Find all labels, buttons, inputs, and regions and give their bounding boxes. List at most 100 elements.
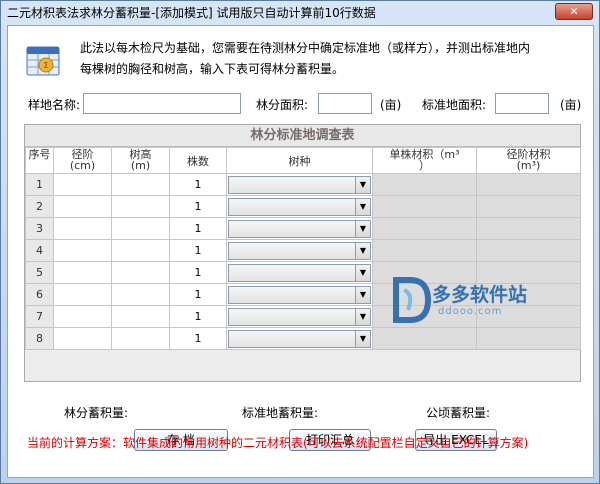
diameter-cell[interactable] (53, 239, 112, 262)
chevron-down-icon[interactable]: ▼ (355, 242, 370, 259)
stand-volume-label: 林分蓄积量: (64, 406, 129, 420)
class-volume-cell (476, 239, 581, 262)
plot-area-input[interactable] (495, 93, 549, 114)
count-cell[interactable]: 1 (169, 173, 227, 196)
col-header-diameter[interactable]: 径阶 (cm) (53, 147, 112, 174)
table-row: 2 1 ▼ (25, 195, 581, 218)
table-app-icon: Σ (26, 46, 60, 76)
class-volume-cell (476, 327, 581, 350)
height-cell[interactable] (111, 195, 170, 218)
intro-text: 此法以每木检尺为基础，您需要在待测林分中确定标准地（或样方），并测出标准地内 每… (80, 38, 570, 80)
single-volume-cell (372, 195, 477, 218)
col-header-index[interactable]: 序号 (25, 147, 54, 174)
diameter-cell[interactable] (53, 305, 112, 328)
class-volume-cell (476, 173, 581, 196)
watermark-logo: 多多软件站 ddooo.com (390, 276, 550, 326)
svg-text:Σ: Σ (43, 61, 48, 70)
height-cell[interactable] (111, 327, 170, 350)
stand-area-input[interactable] (318, 93, 372, 114)
chevron-down-icon[interactable]: ▼ (355, 198, 370, 215)
table-row: 3 1 ▼ (25, 217, 581, 240)
count-cell[interactable]: 1 (169, 305, 227, 328)
species-cell: ▼ (226, 261, 373, 284)
count-cell[interactable]: 1 (169, 283, 227, 306)
stand-area-label: 林分面积: (256, 98, 309, 112)
diameter-cell[interactable] (53, 217, 112, 240)
row-index: 4 (25, 239, 54, 262)
species-select[interactable]: ▼ (228, 263, 371, 282)
single-volume-cell (372, 217, 477, 240)
per-ha-volume-label: 公顷蓄积量: (426, 406, 491, 420)
species-select[interactable]: ▼ (228, 241, 371, 260)
height-cell[interactable] (111, 305, 170, 328)
intro-line-2: 每棵树的胸径和树高，输入下表可得林分蓄积量。 (80, 62, 345, 76)
diameter-cell[interactable] (53, 283, 112, 306)
row-index: 5 (25, 261, 54, 284)
window-title: 二元材积表法求林分蓄积量-[添加模式] 试用版只自动计算前10行数据 (7, 5, 376, 20)
species-select[interactable]: ▼ (228, 307, 371, 326)
table-row: 8 1 ▼ (25, 327, 581, 350)
species-cell: ▼ (226, 239, 373, 262)
title-bar: 二元材积表法求林分蓄积量-[添加模式] 试用版只自动计算前10行数据 ✕ (1, 1, 599, 23)
chevron-down-icon[interactable]: ▼ (355, 176, 370, 193)
table-row: 1 1 ▼ (25, 173, 581, 196)
plot-area-label: 标准地面积: (422, 98, 487, 112)
chevron-down-icon[interactable]: ▼ (355, 220, 370, 237)
watermark-text: 多多软件站 (432, 284, 528, 306)
app-window: 二元材积表法求林分蓄积量-[添加模式] 试用版只自动计算前10行数据 ✕ Σ 此… (0, 0, 600, 484)
row-index: 6 (25, 283, 54, 306)
chevron-down-icon[interactable]: ▼ (355, 308, 370, 325)
chevron-down-icon[interactable]: ▼ (355, 330, 370, 347)
species-select[interactable]: ▼ (228, 329, 371, 348)
table-header-row: 序号 径阶 (cm) 树高 (m) 株数 树种 单株材积（m³） 径阶材积 (m³) (25, 147, 581, 174)
close-button[interactable]: ✕ (555, 3, 593, 20)
count-cell[interactable]: 1 (169, 261, 227, 284)
row-index: 2 (25, 195, 54, 218)
class-volume-cell (476, 217, 581, 240)
chevron-down-icon[interactable]: ▼ (355, 264, 370, 281)
diameter-cell[interactable] (53, 195, 112, 218)
species-select[interactable]: ▼ (228, 219, 371, 238)
row-index: 8 (25, 327, 54, 350)
table-row: 4 1 ▼ (25, 239, 581, 262)
height-cell[interactable] (111, 173, 170, 196)
species-cell: ▼ (226, 195, 373, 218)
col-header-single-volume[interactable]: 单株材积（m³） (372, 147, 477, 174)
single-volume-cell (372, 173, 477, 196)
count-cell[interactable]: 1 (169, 327, 227, 350)
height-cell[interactable] (111, 217, 170, 240)
count-cell[interactable]: 1 (169, 217, 227, 240)
calc-scheme-note: 当前的计算方案：软件集成的常用树种的二元材积表(可以去系统配置栏自定义自己的计算… (27, 436, 529, 450)
count-cell[interactable]: 1 (169, 195, 227, 218)
plot-volume-label: 标准地蓄积量: (242, 406, 319, 420)
plot-name-label: 样地名称: (28, 98, 81, 112)
species-cell: ▼ (226, 217, 373, 240)
species-cell: ▼ (226, 327, 373, 350)
count-cell[interactable]: 1 (169, 239, 227, 262)
client-area: Σ 此法以每木检尺为基础，您需要在待测林分中确定标准地（或样方），并测出标准地内… (7, 25, 594, 478)
single-volume-cell (372, 239, 477, 262)
diameter-cell[interactable] (53, 261, 112, 284)
height-cell[interactable] (111, 261, 170, 284)
species-select[interactable]: ▼ (228, 197, 371, 216)
height-cell[interactable] (111, 283, 170, 306)
row-index: 3 (25, 217, 54, 240)
col-header-species[interactable]: 树种 (226, 147, 373, 174)
watermark-sub: ddooo.com (438, 306, 503, 317)
watermark-d-icon (393, 277, 432, 323)
species-cell: ▼ (226, 283, 373, 306)
col-header-class-volume[interactable]: 径阶材积 (m³) (476, 147, 581, 174)
species-cell: ▼ (226, 305, 373, 328)
diameter-cell[interactable] (53, 173, 112, 196)
intro-line-1: 此法以每木检尺为基础，您需要在待测林分中确定标准地（或样方），并测出标准地内 (80, 41, 531, 55)
col-header-count[interactable]: 株数 (169, 147, 227, 174)
stand-area-unit: (亩) (380, 98, 402, 112)
plot-name-input[interactable] (83, 93, 241, 114)
single-volume-cell (372, 327, 477, 350)
diameter-cell[interactable] (53, 327, 112, 350)
species-select[interactable]: ▼ (228, 285, 371, 304)
col-header-height[interactable]: 树高 (m) (111, 147, 170, 174)
height-cell[interactable] (111, 239, 170, 262)
chevron-down-icon[interactable]: ▼ (355, 286, 370, 303)
species-select[interactable]: ▼ (228, 175, 371, 194)
